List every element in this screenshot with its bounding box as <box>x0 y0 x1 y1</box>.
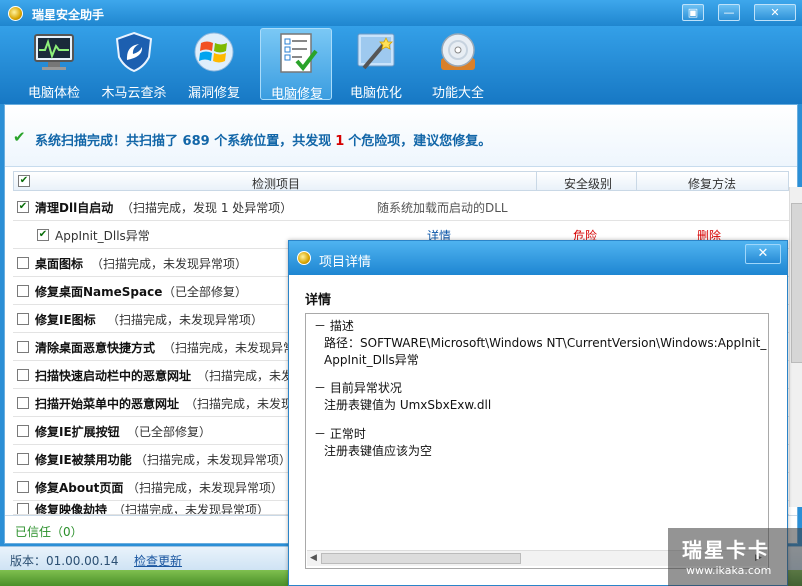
version-label: 版本：01.00.00.14 <box>10 554 119 568</box>
dialog-heading: 详情 <box>305 293 332 308</box>
main-toolbar: 电脑体检 木马云查杀 漏洞修复 电脑修复 电脑优化 功能大全 <box>0 26 802 104</box>
success-check-icon: ✔ <box>13 128 26 146</box>
scroll-left-icon[interactable]: ◀ <box>310 553 317 563</box>
summary-text: 系统扫描完成！共扫描了 689 个系统位置，共发现 1 个危险项，建议您修复。 <box>35 130 491 149</box>
menu-button[interactable]: ▣ <box>682 4 704 21</box>
row-title: 清除桌面恶意快捷方式 <box>35 341 156 355</box>
row-checkbox[interactable] <box>17 285 29 297</box>
horizontal-scroll-thumb[interactable] <box>321 553 521 564</box>
row-checkbox[interactable] <box>17 453 29 465</box>
trusted-link[interactable]: 已信任（0） <box>15 523 83 540</box>
section-label-current-status: － 目前异常状况 <box>314 381 402 395</box>
row-status: （扫描完成，未发现异常项） <box>113 503 270 515</box>
dialog-title: 项目详情 <box>319 255 372 270</box>
section-label-description: － 描述 <box>314 319 354 333</box>
row-status: （扫描完成，未发现异常项） <box>127 481 284 495</box>
tool-label: 电脑体检 <box>27 86 80 101</box>
row-title: 修复About页面 <box>35 481 124 495</box>
description-line: 路径：SOFTWARE\Microsoft\Windows NT\Current… <box>324 336 767 350</box>
summary-middle: 个系统位置，共发现 <box>214 134 332 149</box>
watermark: 瑞星卡卡 www.ikaka.com <box>668 528 802 586</box>
row-title: 扫描快速启动栏中的恶意网址 <box>35 369 192 383</box>
check-update-link[interactable]: 检查更新 <box>134 552 182 569</box>
monitor-health-icon <box>34 34 74 70</box>
tool-label: 漏洞修复 <box>187 86 240 101</box>
scroll-thumb[interactable] <box>791 203 802 363</box>
minimize-button[interactable]: — <box>718 4 740 21</box>
tool-label: 电脑修复 <box>270 87 323 102</box>
scan-summary: ✔ 系统扫描完成！共扫描了 689 个系统位置，共发现 1 个危险项，建议您修复。 <box>5 105 797 167</box>
magic-wand-icon <box>357 33 395 70</box>
scanned-count: 689 <box>182 134 210 149</box>
tool-trojan-scan[interactable]: 木马云查杀 <box>98 28 170 101</box>
row-checkbox[interactable] <box>17 503 29 514</box>
normal-state-line: 注册表键值应该为空 <box>324 444 433 458</box>
current-status-line: 注册表键值为 UmxSbxExw.dll <box>324 398 492 412</box>
section-label-normal: － 正常时 <box>314 427 366 441</box>
column-header-method: 修复方法 <box>688 177 737 191</box>
watermark-brand: 瑞星卡卡 <box>682 538 770 562</box>
column-divider <box>636 172 637 190</box>
window-title: 瑞星安全助手 <box>32 8 105 22</box>
close-button[interactable]: ✕ <box>754 4 796 21</box>
row-status: （扫描完成，未发现异常项） <box>91 257 248 271</box>
checklist-icon <box>280 33 318 73</box>
windows-logo-icon <box>194 32 234 72</box>
tool-pc-optimize[interactable]: 电脑优化 <box>340 28 412 101</box>
row-checkbox[interactable] <box>17 341 29 353</box>
row-title: 清理Dll自启动 <box>35 201 114 215</box>
list-scrollbar[interactable] <box>789 187 802 507</box>
row-checkbox[interactable] <box>17 313 29 325</box>
row-checkbox[interactable]: ✔ <box>37 229 49 241</box>
table-header: ✔ 检测项目 安全级别 修复方法 <box>13 171 789 191</box>
disc-icon <box>441 33 475 70</box>
table-row[interactable]: ✔ 清理Dll自启动 （扫描完成，发现 1 处异常项） 随系统加载而启动的DLL <box>13 193 789 221</box>
shield-icon <box>115 31 153 73</box>
rising-logo-icon <box>8 6 23 21</box>
row-checkbox[interactable] <box>17 397 29 409</box>
tool-all-functions[interactable]: 功能大全 <box>422 28 494 101</box>
summary-prefix: 系统扫描完成！共扫描了 <box>35 134 179 149</box>
row-title: 修复IE被禁用功能 <box>35 453 132 467</box>
row-status: （扫描完成，未发现异常项） <box>107 313 264 327</box>
tool-label: 功能大全 <box>431 86 484 101</box>
select-all-checkbox[interactable]: ✔ <box>18 175 30 187</box>
row-checkbox[interactable] <box>17 481 29 493</box>
tool-vuln-fix[interactable]: 漏洞修复 <box>178 28 250 101</box>
row-checkbox[interactable] <box>17 425 29 437</box>
row-description: 随系统加载而启动的DLL <box>377 201 508 215</box>
row-status: （已全部修复） <box>127 425 212 439</box>
tool-pc-repair[interactable]: 电脑修复 <box>260 28 332 102</box>
row-status: （扫描完成，发现 1 处异常项） <box>121 201 293 215</box>
row-title: 修复映像劫持 <box>35 503 108 515</box>
row-checkbox[interactable]: ✔ <box>17 201 29 213</box>
column-header-item: 检测项目 <box>252 177 301 191</box>
row-title: AppInit_Dlls异常 <box>55 229 150 243</box>
title-bar: 瑞星安全助手 ▣ — ✕ <box>0 0 802 26</box>
row-status: （已全部修复） <box>163 285 248 299</box>
row-checkbox[interactable] <box>17 369 29 381</box>
danger-count: 1 <box>335 134 345 149</box>
row-title: 桌面图标 <box>35 257 84 271</box>
dialog-close-button[interactable]: ✕ <box>745 244 781 264</box>
watermark-url: www.ikaka.com <box>686 564 772 577</box>
column-header-level: 安全级别 <box>564 177 613 191</box>
dialog-title-bar[interactable]: 项目详情 ✕ <box>289 241 787 275</box>
column-divider <box>536 172 537 190</box>
row-checkbox[interactable] <box>17 257 29 269</box>
tool-label: 电脑优化 <box>349 86 402 101</box>
row-title: 扫描开始菜单中的恶意网址 <box>35 397 180 411</box>
summary-suffix: 个危险项，建议您修复。 <box>348 134 492 149</box>
row-title: 修复桌面NameSpace <box>35 285 163 299</box>
description-line: AppInit_Dlls异常 <box>324 353 419 367</box>
row-status: （扫描完成，未发现异常项） <box>135 453 292 467</box>
tool-pc-checkup[interactable]: 电脑体检 <box>18 28 90 101</box>
row-title: 修复IE图标 <box>35 313 96 327</box>
row-title: 修复IE扩展按钮 <box>35 425 120 439</box>
rising-logo-icon <box>297 251 311 265</box>
tool-label: 木马云查杀 <box>101 86 167 101</box>
